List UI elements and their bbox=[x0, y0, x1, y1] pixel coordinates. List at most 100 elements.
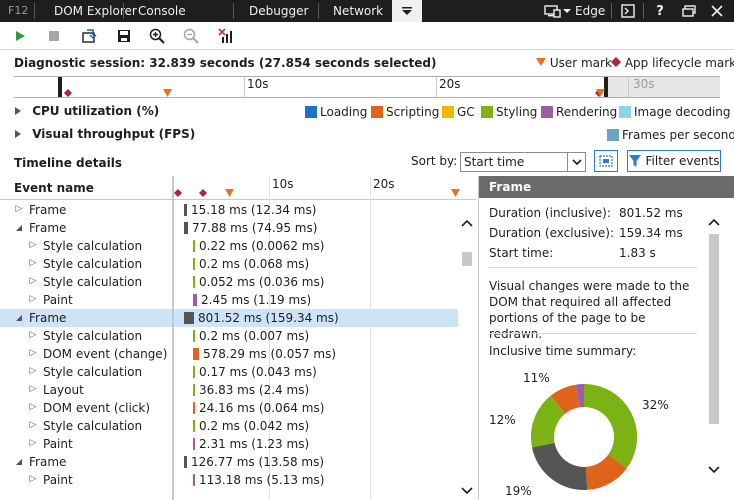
app-lifecycle-mark-icon bbox=[174, 189, 182, 197]
expand-arrow-icon[interactable]: ▷ bbox=[28, 384, 38, 394]
browser-dropdown-icon[interactable] bbox=[563, 0, 571, 22]
image-decoding-swatch bbox=[619, 106, 631, 118]
column-splitter[interactable] bbox=[172, 176, 174, 500]
close-icon[interactable] bbox=[708, 0, 726, 22]
table-row[interactable]: ▷ Style calculation 0.2 ms (0.042 ms) bbox=[0, 417, 458, 435]
visual-throughput-header[interactable]: Visual throughput (FPS) bbox=[14, 127, 195, 141]
filter-events-button[interactable]: Filter events bbox=[627, 150, 721, 172]
table-row[interactable]: ▷ Style calculation 0.22 ms (0.0062 ms) bbox=[0, 237, 458, 255]
event-name-header[interactable]: Event name bbox=[14, 181, 94, 195]
tab-divider bbox=[643, 3, 644, 19]
zoom-out-icon[interactable] bbox=[182, 27, 200, 45]
category-legend-gc: GC bbox=[442, 105, 475, 119]
expand-arrow-icon[interactable]: ▷ bbox=[28, 330, 38, 340]
event-name: DOM event (click) bbox=[43, 401, 151, 415]
timeline-tick-label: 10s bbox=[272, 177, 294, 191]
event-duration: 2.31 ms (1.23 ms) bbox=[199, 437, 310, 451]
grid-scrollbar[interactable] bbox=[458, 200, 476, 500]
expand-arrow-icon[interactable]: ▷ bbox=[28, 258, 38, 268]
table-row[interactable]: ▷ Paint 113.18 ms (5.13 ms) bbox=[0, 471, 458, 489]
scroll-down-icon[interactable] bbox=[461, 485, 473, 497]
visual-throughput-row[interactable]: Visual throughput (FPS) Frames per secon… bbox=[0, 124, 734, 146]
event-name: Frame bbox=[29, 455, 67, 469]
table-row[interactable]: ▷ Style calculation 0.052 ms (0.036 ms) bbox=[0, 273, 458, 291]
session-ruler[interactable]: 10s 20s 30s bbox=[14, 76, 720, 98]
table-row[interactable]: ▷ Paint 2.31 ms (1.23 ms) bbox=[0, 435, 458, 453]
tab-console[interactable]: Console bbox=[138, 0, 186, 22]
import-session-icon[interactable] bbox=[80, 27, 98, 45]
expand-arrow-icon[interactable]: ▷ bbox=[28, 294, 38, 304]
user-mark-icon[interactable] bbox=[163, 89, 172, 97]
pie-label: 12% bbox=[489, 413, 516, 427]
expand-arrow-icon bbox=[15, 107, 21, 115]
grid-column-header: Event name bbox=[0, 176, 476, 200]
collapse-arrow-icon[interactable]: ◢ bbox=[14, 457, 24, 466]
expand-arrow-icon[interactable]: ▷ bbox=[28, 474, 38, 484]
table-row[interactable]: ▷ Paint 2.45 ms (1.19 ms) bbox=[0, 291, 458, 309]
more-tabs-button[interactable] bbox=[392, 0, 422, 22]
zoom-in-icon[interactable] bbox=[148, 27, 166, 45]
event-name: Paint bbox=[43, 473, 73, 487]
tab-divider bbox=[34, 3, 35, 19]
event-duration: 126.77 ms (13.58 ms) bbox=[191, 455, 325, 469]
filter-events-label: Filter events bbox=[645, 154, 720, 168]
table-row[interactable]: ▷ Style calculation 0.2 ms (0.007 ms) bbox=[0, 327, 458, 345]
clear-session-icon[interactable] bbox=[217, 27, 235, 45]
tab-network[interactable]: Network bbox=[333, 0, 383, 22]
table-row[interactable]: ▷ DOM event (change) 578.29 ms (0.057 ms) bbox=[0, 345, 458, 363]
expand-arrow-icon[interactable]: ▷ bbox=[28, 276, 38, 286]
scroll-down-icon[interactable] bbox=[708, 464, 720, 476]
help-icon[interactable]: ? bbox=[652, 0, 668, 22]
table-row[interactable]: ◢ Frame 801.52 ms (159.34 ms) bbox=[0, 309, 458, 327]
app-lifecycle-mark-icon[interactable] bbox=[64, 89, 72, 97]
chevron-down-icon[interactable] bbox=[567, 153, 585, 171]
browser-mode-label[interactable]: Edge bbox=[575, 0, 605, 22]
table-row[interactable]: ▷ Frame 15.18 ms (12.34 ms) bbox=[0, 201, 458, 219]
table-row[interactable]: ▷ Layout 36.83 ms (2.4 ms) bbox=[0, 381, 458, 399]
group-frames-button[interactable] bbox=[594, 150, 618, 172]
visual-throughput-label: Visual throughput (FPS) bbox=[32, 127, 196, 141]
scroll-up-icon[interactable] bbox=[461, 217, 473, 229]
undock-icon[interactable] bbox=[680, 0, 698, 22]
expand-arrow-icon[interactable]: ▷ bbox=[14, 204, 24, 214]
expand-arrow-icon[interactable]: ▷ bbox=[28, 402, 38, 412]
expand-arrow-icon[interactable]: ▷ bbox=[28, 348, 38, 358]
expand-arrow-icon[interactable]: ▷ bbox=[28, 240, 38, 250]
scroll-up-icon[interactable] bbox=[708, 216, 720, 228]
category-legend-image-decoding: Image decoding bbox=[619, 105, 731, 119]
start-time-label: Start time: bbox=[489, 246, 554, 260]
tab-debugger[interactable]: Debugger bbox=[249, 0, 308, 22]
table-row[interactable]: ◢ Frame 77.88 ms (74.95 ms) bbox=[0, 219, 458, 237]
fps-legend-label: Frames per second bbox=[622, 128, 734, 142]
table-row[interactable]: ▷ Style calculation 0.2 ms (0.068 ms) bbox=[0, 255, 458, 273]
timeline-tick-label: 20s bbox=[373, 177, 395, 191]
expand-arrow-icon[interactable]: ▷ bbox=[28, 366, 38, 376]
table-row[interactable]: ▷ DOM event (click) 24.16 ms (0.064 ms) bbox=[0, 399, 458, 417]
collapse-arrow-icon[interactable]: ◢ bbox=[14, 223, 24, 232]
details-scrollbar[interactable] bbox=[705, 212, 723, 500]
save-session-icon[interactable] bbox=[115, 27, 133, 45]
scroll-thumb[interactable] bbox=[709, 234, 719, 424]
sort-by-select[interactable]: Start time bbox=[460, 152, 586, 172]
stop-profiling-icon[interactable] bbox=[45, 27, 63, 45]
ruler-label: 10s bbox=[247, 77, 269, 91]
scroll-thumb[interactable] bbox=[462, 252, 472, 266]
tab-dom-explorer[interactable]: DOM Explorer bbox=[54, 0, 137, 22]
event-name: Layout bbox=[43, 383, 84, 397]
cpu-utilization-header[interactable]: CPU utilization (%) bbox=[14, 104, 159, 118]
expand-arrow-icon[interactable]: ▷ bbox=[28, 438, 38, 448]
event-name: Style calculation bbox=[43, 239, 143, 253]
cpu-utilization-row[interactable]: CPU utilization (%) Loading Scripting GC… bbox=[0, 101, 734, 123]
table-row[interactable]: ▷ Style calculation 0.17 ms (0.043 ms) bbox=[0, 363, 458, 381]
table-row[interactable]: ◢ Frame 126.77 ms (13.58 ms) bbox=[0, 453, 458, 471]
event-name: Style calculation bbox=[43, 419, 143, 433]
user-mark-icon[interactable] bbox=[596, 89, 605, 97]
event-name: Style calculation bbox=[43, 329, 143, 343]
collapse-arrow-icon[interactable]: ◢ bbox=[14, 313, 24, 322]
expand-arrow-icon[interactable]: ▷ bbox=[28, 420, 38, 430]
emulation-icon[interactable] bbox=[541, 0, 565, 22]
console-panel-icon[interactable] bbox=[619, 0, 637, 22]
selection-start-handle[interactable] bbox=[58, 77, 62, 97]
devtools-tab-bar: F12 DOM Explorer Console Debugger Networ… bbox=[0, 0, 734, 22]
start-profiling-icon[interactable] bbox=[11, 27, 29, 45]
